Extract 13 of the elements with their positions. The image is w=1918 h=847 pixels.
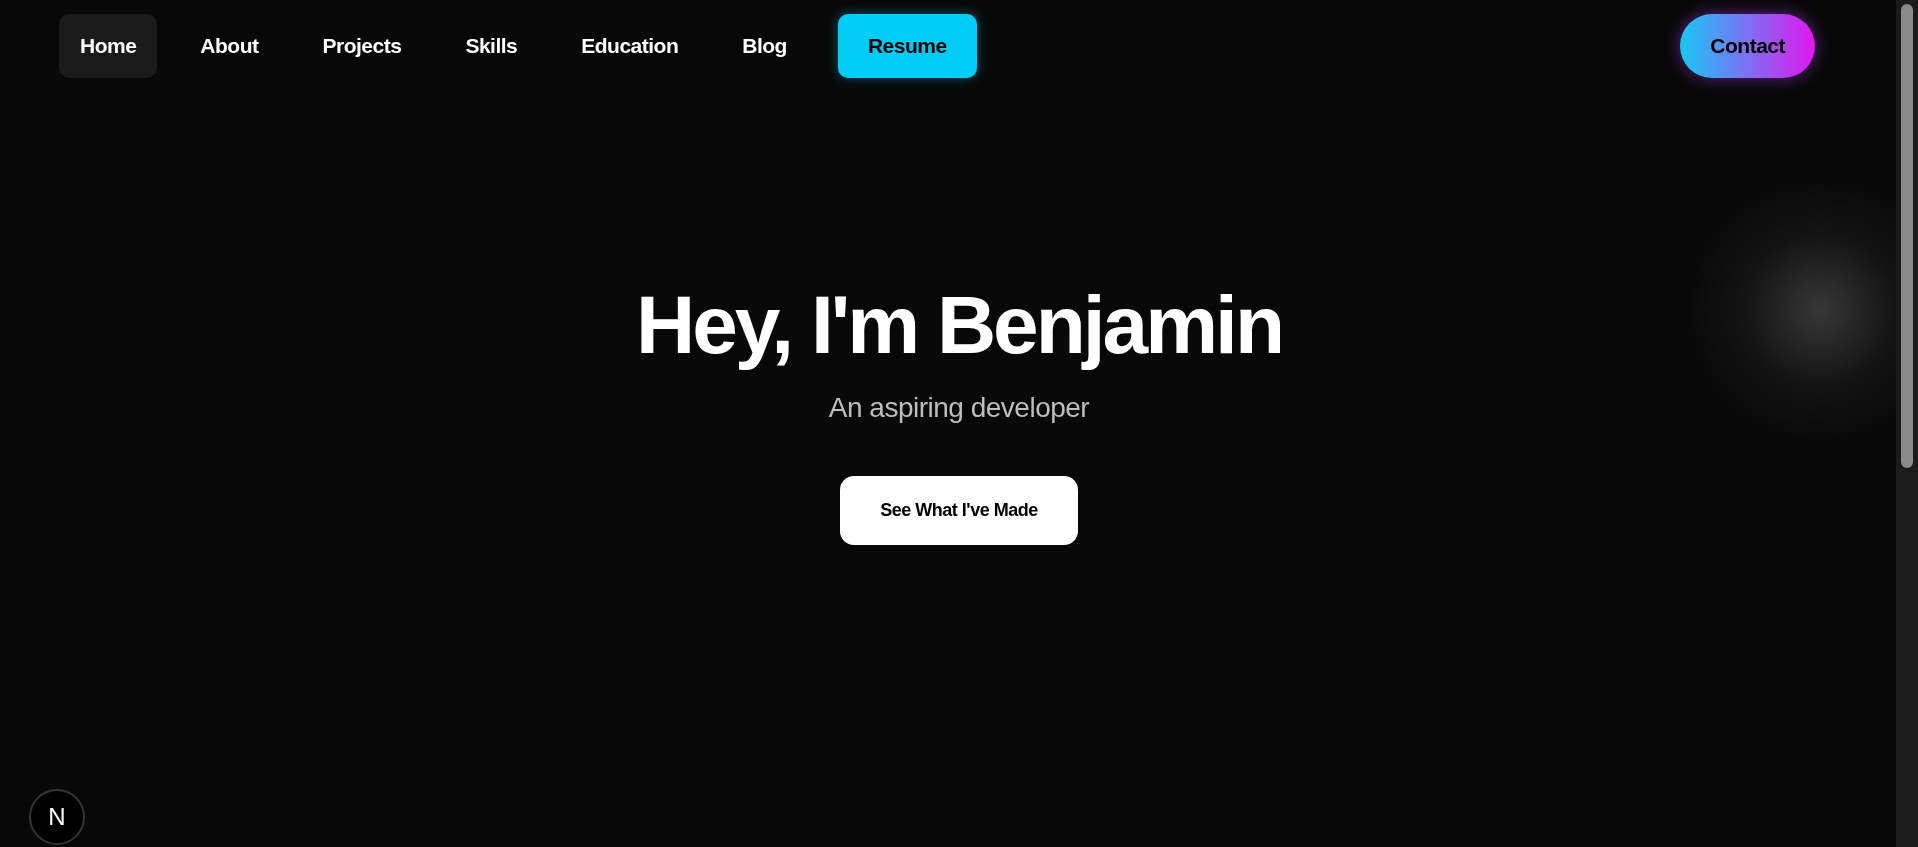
- nav-link[interactable]: Home: [59, 14, 158, 78]
- nav-link[interactable]: About: [179, 14, 280, 78]
- nav-link[interactable]: Blog: [721, 14, 808, 78]
- nav-link[interactable]: Projects: [301, 14, 423, 78]
- dev-badge[interactable]: N: [29, 789, 85, 845]
- cta-button[interactable]: See What I've Made: [840, 476, 1078, 545]
- nav-link[interactable]: Skills: [444, 14, 539, 78]
- contact-button[interactable]: Contact: [1680, 14, 1815, 78]
- hero-heading: Hey, I'm Benjamin: [636, 278, 1282, 372]
- nav-link[interactable]: Education: [560, 14, 700, 78]
- hero-subtitle: An aspiring developer: [828, 392, 1090, 424]
- scrollbar[interactable]: [1896, 0, 1918, 847]
- resume-button[interactable]: Resume: [837, 14, 977, 78]
